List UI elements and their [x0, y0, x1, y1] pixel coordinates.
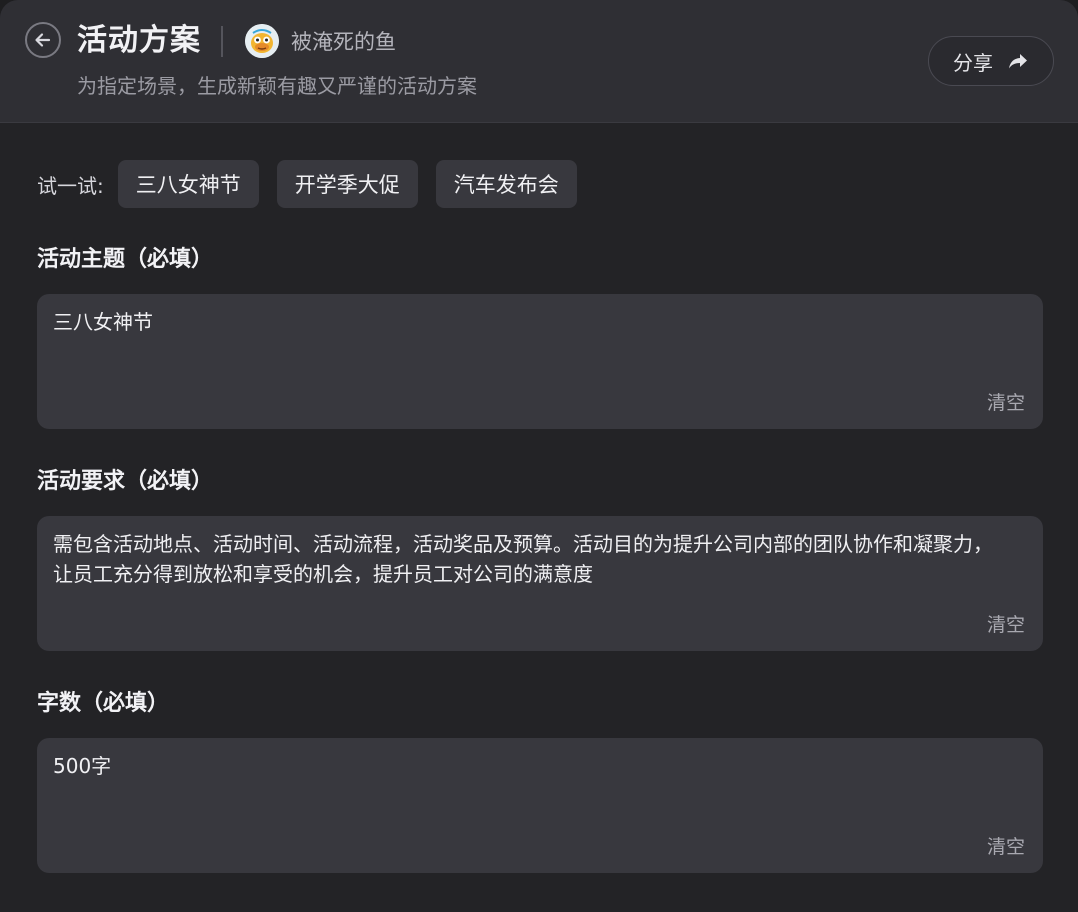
fish-avatar-icon [245, 24, 279, 58]
field-theme-input[interactable]: 三八女神节 清空 [37, 294, 1043, 429]
clear-theme-button[interactable]: 清空 [987, 388, 1025, 415]
try-chip-3[interactable]: 汽车发布会 [435, 160, 577, 208]
page-subtitle: 为指定场景，生成新颖有趣又严谨的活动方案 [77, 74, 477, 98]
field-wordcount-value[interactable]: 500字 [53, 751, 1003, 781]
header: 活动方案 被淹死的鱼 为指定场景，生成新颖有趣又严谨的活动方案 分享 [0, 0, 1078, 123]
field-label-theme: 活动主题（必填） [37, 247, 214, 272]
field-wordcount-input[interactable]: 500字 清空 [37, 738, 1043, 873]
clear-wordcount-button[interactable]: 清空 [987, 832, 1025, 859]
title-divider [221, 26, 223, 57]
share-arrow-icon [1009, 54, 1027, 69]
author-name[interactable]: 被淹死的鱼 [291, 27, 396, 57]
try-chip-1[interactable]: 三八女神节 [117, 160, 259, 208]
author-avatar[interactable] [245, 24, 279, 58]
share-button[interactable]: 分享 [928, 36, 1054, 86]
field-label-wordcount: 字数（必填） [37, 691, 170, 716]
back-button[interactable] [25, 22, 61, 58]
back-arrow-icon [35, 33, 51, 47]
field-requirements-value[interactable]: 需包含活动地点、活动时间、活动流程，活动奖品及预算。活动目的为提升公司内部的团队… [53, 529, 1003, 589]
share-label: 分享 [953, 50, 993, 75]
try-label: 试一试: [37, 173, 104, 198]
field-label-requirements: 活动要求（必填） [37, 469, 214, 494]
try-chip-2[interactable]: 开学季大促 [276, 160, 418, 208]
try-suggestions: 试一试: 三八女神节 开学季大促 汽车发布会 [37, 160, 595, 208]
app-window: 活动方案 被淹死的鱼 为指定场景，生成新颖有趣又严谨的活动方案 分享 试一试: … [0, 0, 1078, 912]
field-requirements-input[interactable]: 需包含活动地点、活动时间、活动流程，活动奖品及预算。活动目的为提升公司内部的团队… [37, 516, 1043, 651]
page-title: 活动方案 [77, 23, 201, 58]
field-theme-value[interactable]: 三八女神节 [53, 307, 1003, 337]
clear-requirements-button[interactable]: 清空 [987, 610, 1025, 637]
